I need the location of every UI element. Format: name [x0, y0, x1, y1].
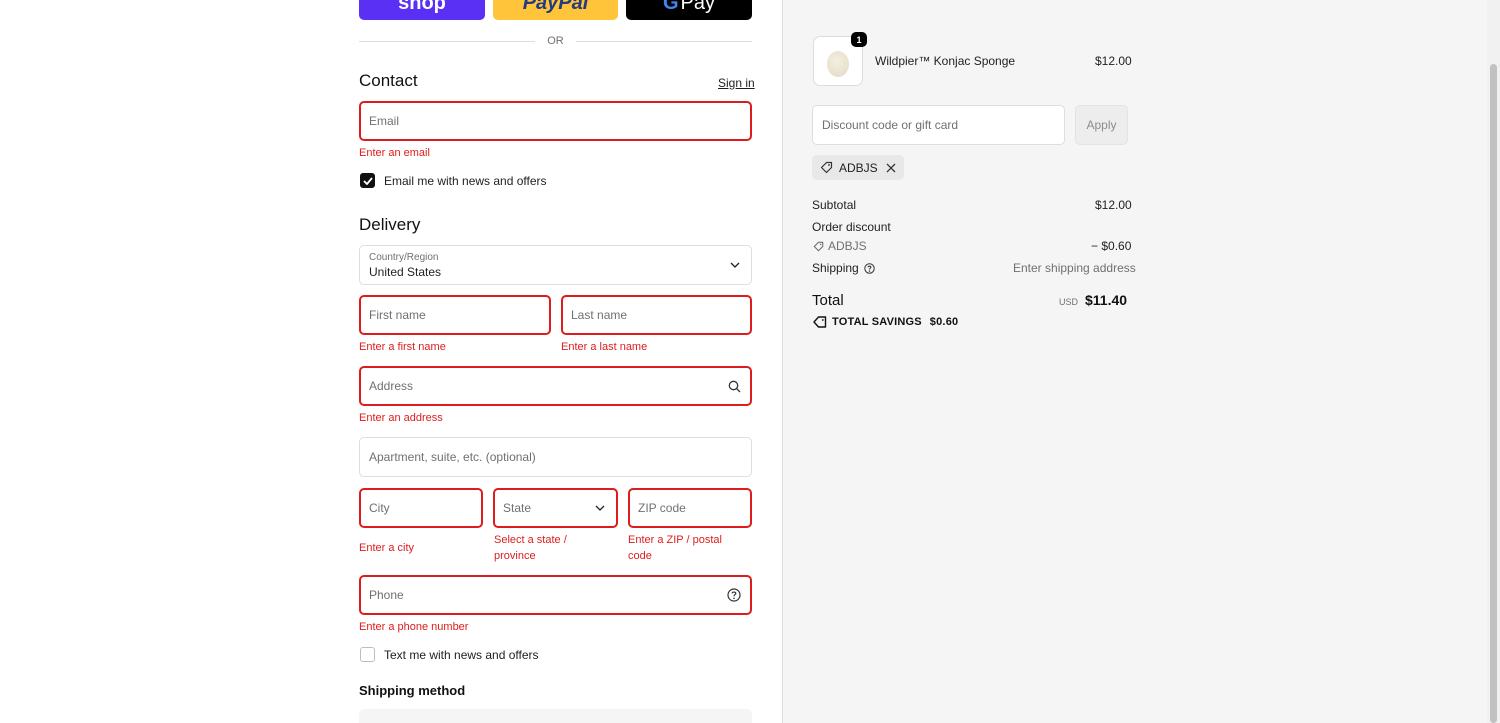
zip-field[interactable]: ZIP code: [628, 488, 752, 528]
order-discount-label: Order discount: [812, 220, 891, 234]
shipping-method-box: [359, 709, 752, 723]
sign-in-link[interactable]: Sign in: [718, 76, 755, 90]
subtotal-value: $12.00: [1095, 198, 1132, 212]
address-error: Enter an address: [359, 412, 443, 424]
email-error: Enter an email: [359, 147, 430, 159]
shop-pay-button[interactable]: shop: [359, 0, 485, 20]
paypal-button[interactable]: PayPal: [493, 0, 618, 20]
checkout-form-panel: shop PayPal G Pay OR Contact Sign in Emai…: [0, 0, 782, 723]
help-circle-icon[interactable]: [863, 262, 875, 274]
city-error: Enter a city: [359, 542, 415, 554]
chevron-down-icon: [728, 258, 742, 272]
email-news-checkbox-row[interactable]: Email me with news and offers: [360, 173, 547, 188]
google-g-icon: G: [662, 0, 679, 14]
city-field[interactable]: City: [359, 488, 483, 528]
apply-button[interactable]: Apply: [1075, 105, 1128, 145]
address-field[interactable]: Address: [359, 366, 752, 406]
remove-discount-icon[interactable]: [886, 163, 896, 173]
zip-error: Enter a ZIP / postal code: [628, 534, 722, 562]
discount-code-input[interactable]: Discount code or gift card: [812, 105, 1065, 145]
chevron-down-icon: [593, 501, 607, 515]
delivery-heading: Delivery: [359, 215, 421, 234]
tag-icon: [813, 241, 824, 252]
total-value: $11.40: [1085, 292, 1128, 308]
shipping-value: Enter shipping address: [1013, 261, 1136, 275]
apartment-field[interactable]: Apartment, suite, etc. (optional): [359, 437, 752, 477]
product-name: Wildpier™ Konjac Sponge: [875, 54, 1016, 68]
google-pay-button[interactable]: G Pay: [626, 0, 752, 20]
last-name-error: Enter a last name: [561, 341, 648, 353]
phone-error: Enter a phone number: [359, 621, 469, 633]
total-savings: TOTAL SAVINGS $0.60: [813, 316, 958, 328]
first-name-error: Enter a first name: [359, 341, 446, 353]
quantity-badge: 1: [851, 32, 867, 47]
text-news-checkbox[interactable]: [360, 647, 375, 662]
product-price: $12.00: [1095, 54, 1132, 68]
shipping-label: Shipping: [812, 261, 875, 275]
tag-icon: [813, 316, 827, 328]
text-news-checkbox-row[interactable]: Text me with news and offers: [360, 647, 539, 662]
state-select[interactable]: State: [493, 488, 618, 528]
country-select[interactable]: Country/Region United States: [359, 245, 752, 285]
tag-icon: [820, 161, 833, 174]
last-name-field[interactable]: Last name: [561, 295, 752, 335]
first-name-field[interactable]: First name: [359, 295, 551, 335]
contact-heading: Contact: [359, 71, 418, 90]
state-error: Select a state / province: [494, 534, 567, 562]
discount-value: − $0.60: [1091, 239, 1132, 253]
applied-discount-chip: ADBJS: [812, 155, 904, 180]
help-circle-icon[interactable]: [727, 588, 741, 602]
shipping-method-heading: Shipping method: [359, 683, 466, 698]
phone-field[interactable]: Phone: [359, 575, 752, 615]
search-icon: [727, 379, 741, 393]
email-news-checkbox[interactable]: [360, 173, 375, 188]
or-divider: OR: [359, 33, 752, 49]
discount-code-line: ADBJS: [813, 239, 867, 253]
scrollbar[interactable]: [1487, 0, 1500, 723]
subtotal-label: Subtotal: [812, 198, 857, 212]
total-label: Total: [812, 292, 844, 309]
currency-code: USD: [1059, 297, 1079, 307]
scrollbar-thumb[interactable]: [1490, 64, 1497, 723]
email-field[interactable]: Email: [359, 101, 752, 141]
